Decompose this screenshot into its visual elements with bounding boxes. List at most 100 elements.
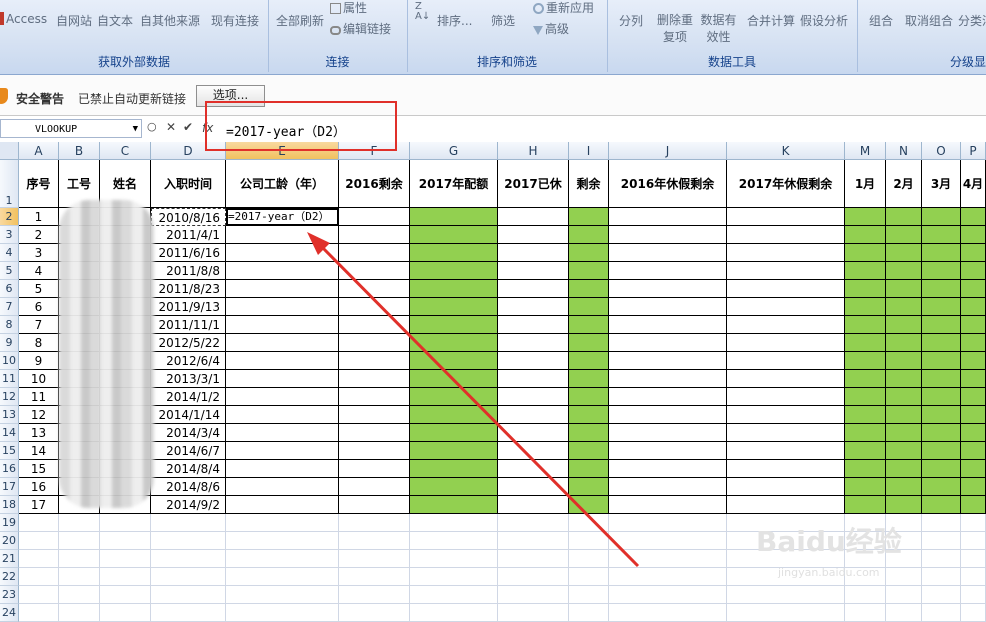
remove-duplicates-button[interactable]: 删除重复项 [655, 12, 695, 46]
table-header-cell[interactable]: 3月 [922, 160, 961, 208]
hire-date-cell[interactable]: 2014/9/2 [151, 496, 226, 514]
row-header[interactable]: 3 [0, 226, 19, 244]
empty-cell[interactable] [226, 514, 339, 532]
table-cell[interactable] [410, 406, 498, 424]
table-cell[interactable] [498, 298, 569, 316]
hire-date-cell[interactable]: 2010/8/16 [151, 208, 226, 226]
empty-cell[interactable] [151, 550, 226, 568]
empty-cell[interactable] [569, 550, 609, 568]
table-cell[interactable] [961, 316, 986, 334]
empty-cell[interactable] [569, 514, 609, 532]
table-header-cell[interactable]: 公司工龄（年） [226, 160, 339, 208]
empty-cell[interactable] [226, 532, 339, 550]
seq-cell[interactable]: 16 [19, 478, 59, 496]
empty-cell[interactable] [100, 586, 151, 604]
empty-cell[interactable] [339, 550, 410, 568]
empty-cell[interactable] [845, 604, 886, 622]
table-cell[interactable] [845, 460, 886, 478]
row-header[interactable]: 18 [0, 496, 19, 514]
table-cell[interactable] [886, 208, 922, 226]
table-cell[interactable] [226, 298, 339, 316]
empty-cell[interactable] [498, 604, 569, 622]
table-cell[interactable] [498, 370, 569, 388]
table-cell[interactable] [886, 424, 922, 442]
table-cell[interactable] [845, 208, 886, 226]
empty-cell[interactable] [19, 514, 59, 532]
empty-cell[interactable] [498, 532, 569, 550]
table-cell[interactable] [922, 406, 961, 424]
table-cell[interactable] [922, 370, 961, 388]
table-cell[interactable] [727, 424, 845, 442]
table-cell[interactable] [922, 352, 961, 370]
table-cell[interactable] [609, 298, 727, 316]
table-cell[interactable] [609, 496, 727, 514]
table-cell[interactable] [410, 316, 498, 334]
empty-cell[interactable] [100, 568, 151, 586]
table-cell[interactable] [922, 334, 961, 352]
table-cell[interactable] [498, 496, 569, 514]
table-cell[interactable] [226, 226, 339, 244]
seq-cell[interactable]: 9 [19, 352, 59, 370]
empty-cell[interactable] [226, 568, 339, 586]
table-cell[interactable] [339, 244, 410, 262]
table-cell[interactable] [339, 262, 410, 280]
row-header[interactable]: 11 [0, 370, 19, 388]
table-cell[interactable] [961, 370, 986, 388]
table-cell[interactable] [569, 478, 609, 496]
table-cell[interactable] [226, 316, 339, 334]
table-cell[interactable] [339, 280, 410, 298]
hire-date-cell[interactable]: 2012/5/22 [151, 334, 226, 352]
table-cell[interactable] [569, 460, 609, 478]
row-header[interactable]: 16 [0, 460, 19, 478]
table-cell[interactable] [886, 244, 922, 262]
table-cell[interactable] [886, 316, 922, 334]
table-cell[interactable] [569, 316, 609, 334]
table-cell[interactable] [609, 334, 727, 352]
table-cell[interactable] [339, 208, 410, 226]
table-cell[interactable] [609, 226, 727, 244]
table-cell[interactable] [226, 334, 339, 352]
table-cell[interactable] [845, 424, 886, 442]
table-cell[interactable] [498, 208, 569, 226]
table-cell[interactable] [226, 496, 339, 514]
table-cell[interactable] [961, 244, 986, 262]
hire-date-cell[interactable]: 2014/8/6 [151, 478, 226, 496]
table-cell[interactable] [727, 496, 845, 514]
table-cell[interactable] [886, 460, 922, 478]
table-cell[interactable] [961, 208, 986, 226]
table-cell[interactable] [410, 334, 498, 352]
table-cell[interactable] [339, 370, 410, 388]
table-cell[interactable] [922, 460, 961, 478]
empty-cell[interactable] [151, 514, 226, 532]
table-cell[interactable] [609, 478, 727, 496]
table-cell[interactable] [339, 316, 410, 334]
empty-cell[interactable] [151, 532, 226, 550]
hire-date-cell[interactable]: 2011/4/1 [151, 226, 226, 244]
table-cell[interactable] [339, 298, 410, 316]
table-cell[interactable] [845, 244, 886, 262]
empty-cell[interactable] [609, 532, 727, 550]
empty-cell[interactable] [609, 586, 727, 604]
table-cell[interactable] [961, 478, 986, 496]
table-cell[interactable] [845, 370, 886, 388]
column-header[interactable]: G [410, 142, 498, 160]
table-cell[interactable] [226, 406, 339, 424]
enter-check-icon[interactable]: ✔ [183, 120, 193, 134]
empty-cell[interactable] [961, 514, 986, 532]
column-header[interactable]: O [922, 142, 961, 160]
table-cell[interactable] [961, 496, 986, 514]
table-cell[interactable] [410, 460, 498, 478]
table-cell[interactable] [609, 406, 727, 424]
empty-cell[interactable] [339, 604, 410, 622]
access-button[interactable]: Access [0, 12, 47, 26]
table-cell[interactable] [569, 406, 609, 424]
table-cell[interactable] [339, 496, 410, 514]
hire-date-cell[interactable]: 2011/8/23 [151, 280, 226, 298]
table-cell[interactable] [498, 280, 569, 298]
table-cell[interactable] [727, 226, 845, 244]
row-header[interactable]: 21 [0, 550, 19, 568]
table-cell[interactable] [498, 262, 569, 280]
row-header[interactable]: 5 [0, 262, 19, 280]
table-cell[interactable] [410, 280, 498, 298]
table-cell[interactable] [498, 442, 569, 460]
